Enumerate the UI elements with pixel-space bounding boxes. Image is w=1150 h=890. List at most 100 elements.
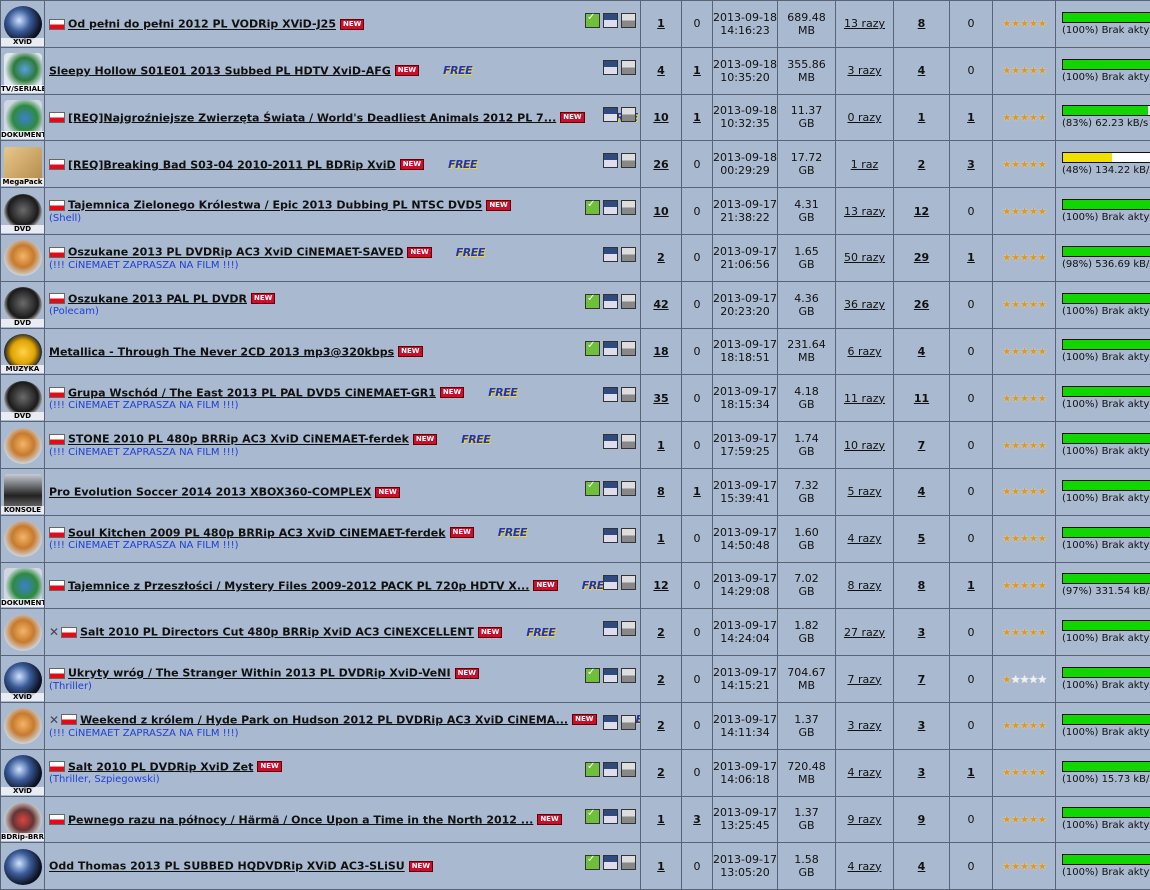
downloads-link[interactable]: 7 razy <box>847 673 881 686</box>
torrent-title-link[interactable]: Ukryty wróg / The Stranger Within 2013 P… <box>68 667 451 680</box>
downloads-link[interactable]: 0 razy <box>847 111 881 124</box>
approve-icon[interactable] <box>585 762 600 777</box>
files-count[interactable]: 1 <box>693 111 701 124</box>
bookmark-icon[interactable] <box>621 247 636 262</box>
approve-icon[interactable] <box>585 855 600 870</box>
download-icon[interactable] <box>603 153 618 168</box>
bookmark-icon[interactable] <box>621 107 636 122</box>
comments-count[interactable]: 12 <box>653 579 668 592</box>
files-count[interactable]: 1 <box>693 64 701 77</box>
comments-count[interactable]: 26 <box>653 158 668 171</box>
bookmark-icon[interactable] <box>621 294 636 309</box>
seeders-count[interactable]: 1 <box>918 111 926 124</box>
torrent-title-link[interactable]: Pewnego razu na północy / Härmä / Once U… <box>68 813 533 826</box>
download-icon[interactable] <box>603 668 618 683</box>
downloads-link[interactable]: 13 razy <box>844 17 885 30</box>
bookmark-icon[interactable] <box>621 621 636 636</box>
downloads-link[interactable]: 3 razy <box>847 64 881 77</box>
category-cell[interactable]: MegaPack <box>1 141 45 188</box>
comments-count[interactable]: 42 <box>653 298 668 311</box>
torrent-title-link[interactable]: STONE 2010 PL 480p BRRip AC3 XviD CiNEMA… <box>68 433 409 446</box>
seeders-count[interactable]: 7 <box>918 439 926 452</box>
seeders-count[interactable]: 4 <box>918 860 926 873</box>
comments-count[interactable]: 1 <box>657 860 665 873</box>
seeders-count[interactable]: 3 <box>918 626 926 639</box>
seeders-count[interactable]: 3 <box>918 766 926 779</box>
download-icon[interactable] <box>603 434 618 449</box>
category-icon[interactable] <box>4 521 42 557</box>
torrent-title-link[interactable]: Odd Thomas 2013 PL SUBBED HQDVDRip XViD … <box>49 860 405 873</box>
category-cell[interactable] <box>1 234 45 281</box>
download-icon[interactable] <box>603 621 618 636</box>
downloads-link[interactable]: 3 razy <box>847 719 881 732</box>
leechers-count[interactable]: 1 <box>967 579 975 592</box>
category-cell[interactable]: TV/SERIALE <box>1 47 45 94</box>
download-icon[interactable] <box>603 528 618 543</box>
downloads-link[interactable]: 4 razy <box>847 860 881 873</box>
download-icon[interactable] <box>603 481 618 496</box>
comments-count[interactable]: 2 <box>657 766 665 779</box>
comments-count[interactable]: 2 <box>657 673 665 686</box>
seeders-count[interactable]: 3 <box>918 719 926 732</box>
seeders-count[interactable]: 9 <box>918 813 926 826</box>
comments-count[interactable]: 1 <box>657 17 665 30</box>
seeders-count[interactable]: 4 <box>918 345 926 358</box>
category-cell[interactable]: DVD <box>1 188 45 235</box>
downloads-link[interactable]: 10 razy <box>844 439 885 452</box>
category-cell[interactable] <box>1 422 45 469</box>
downloads-link[interactable]: 11 razy <box>844 392 885 405</box>
torrent-title-link[interactable]: Pro Evolution Soccer 2014 2013 XBOX360-C… <box>49 486 371 499</box>
comments-count[interactable]: 10 <box>653 205 668 218</box>
torrent-title-link[interactable]: [REQ]Breaking Bad S03-04 2010-2011 PL BD… <box>68 158 396 171</box>
bookmark-icon[interactable] <box>621 434 636 449</box>
torrent-title-link[interactable]: Od pełni do pełni 2012 PL VODRip XViD-J2… <box>68 18 336 31</box>
downloads-link[interactable]: 6 razy <box>847 345 881 358</box>
category-cell[interactable]: XViD <box>1 749 45 796</box>
category-cell[interactable] <box>1 702 45 749</box>
downloads-link[interactable]: 13 razy <box>844 205 885 218</box>
approve-icon[interactable] <box>585 341 600 356</box>
downloads-link[interactable]: 4 razy <box>847 766 881 779</box>
leechers-count[interactable]: 1 <box>967 251 975 264</box>
torrent-title-link[interactable]: Soul Kitchen 2009 PL 480p BRRip AC3 XviD… <box>68 526 446 539</box>
category-cell[interactable] <box>1 843 45 890</box>
leechers-count[interactable]: 3 <box>967 158 975 171</box>
files-count[interactable]: 3 <box>693 813 701 826</box>
download-icon[interactable] <box>603 387 618 402</box>
approve-icon[interactable] <box>585 13 600 28</box>
bookmark-icon[interactable] <box>621 855 636 870</box>
downloads-link[interactable]: 8 razy <box>847 579 881 592</box>
category-icon[interactable] <box>4 615 42 651</box>
bookmark-icon[interactable] <box>621 60 636 75</box>
category-cell[interactable]: DOKUMENTALNE <box>1 94 45 141</box>
seeders-count[interactable]: 4 <box>918 64 926 77</box>
download-icon[interactable] <box>603 60 618 75</box>
comments-count[interactable]: 4 <box>657 64 665 77</box>
category-cell[interactable]: KONSOLE <box>1 468 45 515</box>
seeders-count[interactable]: 2 <box>918 158 926 171</box>
download-icon[interactable] <box>603 294 618 309</box>
bookmark-icon[interactable] <box>621 668 636 683</box>
category-cell[interactable] <box>1 609 45 656</box>
comments-count[interactable]: 8 <box>657 485 665 498</box>
category-cell[interactable] <box>1 515 45 562</box>
category-icon[interactable] <box>4 708 42 744</box>
bookmark-icon[interactable] <box>621 200 636 215</box>
torrent-title-link[interactable]: Salt 2010 PL DVDRip XviD Zet <box>68 760 253 773</box>
comments-count[interactable]: 18 <box>653 345 668 358</box>
download-icon[interactable] <box>603 200 618 215</box>
downloads-link[interactable]: 4 razy <box>847 532 881 545</box>
torrent-title-link[interactable]: Weekend z królem / Hyde Park on Hudson 2… <box>80 713 568 726</box>
comments-count[interactable]: 2 <box>657 251 665 264</box>
downloads-link[interactable]: 1 raz <box>851 158 879 171</box>
category-cell[interactable]: MUZYKA <box>1 328 45 375</box>
seeders-count[interactable]: 8 <box>918 17 926 30</box>
category-cell[interactable]: DVD <box>1 281 45 328</box>
comments-count[interactable]: 2 <box>657 626 665 639</box>
bookmark-icon[interactable] <box>621 575 636 590</box>
category-icon[interactable] <box>4 428 42 464</box>
bookmark-icon[interactable] <box>621 762 636 777</box>
download-icon[interactable] <box>603 715 618 730</box>
approve-icon[interactable] <box>585 809 600 824</box>
torrent-title-link[interactable]: Grupa Wschód / The East 2013 PL PAL DVD5… <box>68 386 436 399</box>
